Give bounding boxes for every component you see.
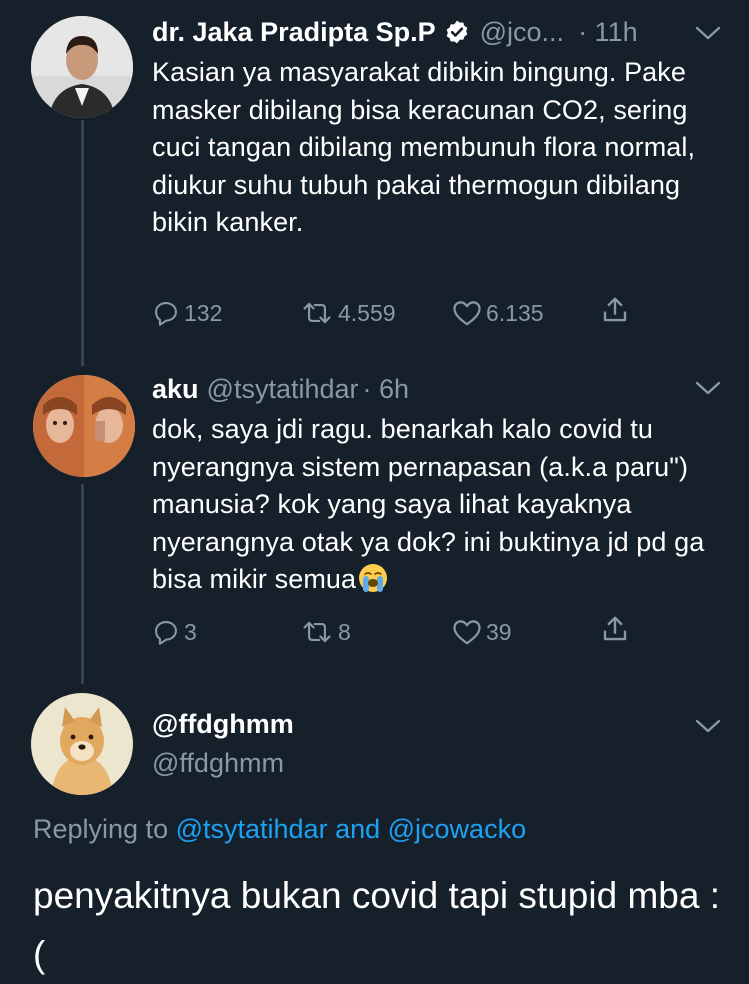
tweet-text-body: dok, saya jdi ragu. benarkah kalo covid … xyxy=(152,414,705,594)
tweet-actions: 132 4.559 6.135 xyxy=(152,295,652,331)
like-button[interactable]: 39 xyxy=(452,614,512,650)
retweet-icon xyxy=(300,299,338,327)
chevron-down-icon[interactable] xyxy=(695,25,721,41)
retweet-count: 8 xyxy=(338,619,351,645)
display-name[interactable]: aku xyxy=(152,372,199,406)
tweet-text: penyakitnya bukan covid tapi stupid mba … xyxy=(33,875,720,975)
timestamp[interactable]: · 6h xyxy=(363,372,410,406)
chevron-down-icon[interactable] xyxy=(695,718,721,734)
verified-badge-icon xyxy=(444,19,470,45)
mention-link[interactable]: @jcowacko xyxy=(388,814,526,844)
retweet-count: 4.559 xyxy=(338,300,396,326)
like-count: 39 xyxy=(486,619,512,645)
retweet-button[interactable]: 8 xyxy=(300,614,351,650)
share-icon xyxy=(600,614,634,644)
like-icon xyxy=(452,618,486,646)
share-button[interactable] xyxy=(600,614,634,644)
like-icon xyxy=(452,299,486,327)
like-button[interactable]: 6.135 xyxy=(452,295,544,331)
avatar[interactable] xyxy=(33,375,135,477)
avatar[interactable] xyxy=(31,693,133,795)
reply-icon xyxy=(152,299,184,327)
handle[interactable]: @jco... xyxy=(480,15,564,49)
tweet-header: aku @tsytatihdar · 6h xyxy=(152,372,409,406)
retweet-icon xyxy=(300,618,338,646)
timestamp[interactable]: · 11h xyxy=(578,15,638,49)
tweet-text: Kasian ya masyarakat dibikin bingung. Pa… xyxy=(152,57,696,237)
tweet-text: dok, saya jdi ragu. benarkah kalo covid … xyxy=(152,411,732,599)
display-name[interactable]: dr. Jaka Pradipta Sp.P xyxy=(152,15,436,49)
loudly-crying-face-icon xyxy=(358,563,388,593)
tweet-actions: 3 8 39 xyxy=(152,614,652,650)
reply-button[interactable]: 132 xyxy=(152,295,222,331)
like-count: 6.135 xyxy=(486,300,544,326)
handle[interactable]: @tsytatihdar xyxy=(207,372,359,406)
handle[interactable]: @ffdghmm xyxy=(152,746,284,780)
reply-count: 132 xyxy=(184,300,223,326)
reply-button[interactable]: 3 xyxy=(152,614,197,650)
avatar[interactable] xyxy=(31,16,133,118)
replying-to: Replying to @tsytatihdar and @jcowacko xyxy=(33,812,526,846)
reply-count: 3 xyxy=(184,619,197,645)
replying-and: and xyxy=(327,814,388,844)
thread-line xyxy=(81,484,84,684)
tweet-header: dr. Jaka Pradipta Sp.P @jco... · 11h xyxy=(152,15,638,49)
display-name[interactable]: @ffdghmm xyxy=(152,707,294,741)
share-icon xyxy=(600,295,634,325)
reply-icon xyxy=(152,618,184,646)
thread-line xyxy=(81,120,84,366)
mention-link[interactable]: @tsytatihdar xyxy=(176,814,328,844)
replying-prefix: Replying to xyxy=(33,814,176,844)
share-button[interactable] xyxy=(600,295,634,325)
chevron-down-icon[interactable] xyxy=(695,380,721,396)
retweet-button[interactable]: 4.559 xyxy=(300,295,396,331)
